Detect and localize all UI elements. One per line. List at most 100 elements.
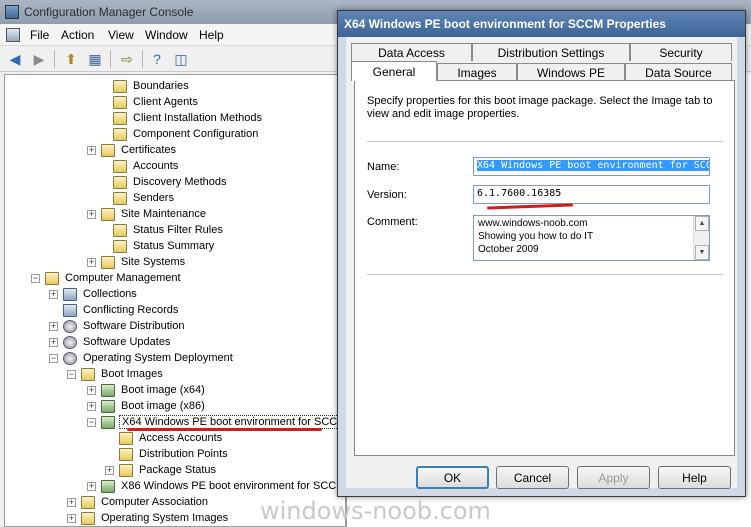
tree-node[interactable]: + Boot image (x86): [87, 398, 207, 414]
menu-help[interactable]: Help: [199, 28, 224, 42]
main-window-title: Configuration Manager Console: [24, 5, 194, 19]
tree-node[interactable]: − Computer Management: [31, 270, 183, 286]
tab-distribution-settings[interactable]: Distribution Settings: [472, 43, 630, 61]
tree-node[interactable]: + Package Status: [105, 462, 218, 478]
expand-icon[interactable]: +: [87, 145, 96, 155]
tree-node[interactable]: + Software Distribution: [49, 318, 187, 334]
expand-icon[interactable]: +: [67, 497, 76, 507]
comment-line: www.windows-noob.com: [478, 218, 588, 229]
boot-image-icon: [101, 415, 115, 429]
expand-icon[interactable]: +: [87, 209, 96, 219]
system-menu-icon[interactable]: [6, 28, 20, 42]
tree-node-label: Boot image (x64): [121, 384, 205, 396]
tab-images[interactable]: Images: [437, 63, 517, 81]
version-field[interactable]: 6.1.7600.16385: [473, 185, 710, 204]
help-button[interactable]: Help: [658, 466, 731, 489]
comment-line: Showing you how to do IT: [478, 231, 594, 242]
tree-node-label: Client Agents: [133, 96, 198, 108]
expand-icon[interactable]: +: [105, 465, 114, 475]
tree-node[interactable]: + Operating System Images: [67, 510, 230, 526]
tree-node[interactable]: + X86 Windows PE boot environment for SCC…: [87, 478, 345, 494]
name-field[interactable]: X64 Windows PE boot environment for SCCM: [473, 157, 710, 176]
tab-data-source[interactable]: Data Source: [625, 63, 732, 81]
export-list-icon[interactable]: ⇨: [118, 50, 136, 68]
forward-arrow-icon[interactable]: ▶: [30, 50, 48, 68]
expand-icon[interactable]: +: [49, 337, 58, 347]
ok-button[interactable]: OK: [416, 466, 489, 489]
expand-icon[interactable]: +: [87, 481, 96, 491]
tree-node-label: Collections: [83, 288, 137, 300]
tree-node[interactable]: Client Installation Methods: [99, 110, 264, 126]
tree-node[interactable]: + Certificates: [87, 142, 178, 158]
tree-node[interactable]: + Software Updates: [49, 334, 172, 350]
scroll-up-arrow-icon[interactable]: ▲: [695, 216, 709, 231]
tree-node[interactable]: Boundaries: [99, 78, 191, 94]
back-arrow-icon[interactable]: ◀: [6, 50, 24, 68]
tree-node-label: Site Maintenance: [121, 208, 206, 220]
collapse-icon[interactable]: −: [31, 273, 40, 283]
watermark: windows-noob.com: [260, 497, 491, 525]
expand-icon[interactable]: +: [87, 257, 96, 267]
expand-icon[interactable]: +: [49, 289, 58, 299]
comment-label: Comment:: [367, 216, 418, 228]
console-tree[interactable]: Boundaries Client Agents Client Installati…: [4, 74, 346, 527]
action-pane-icon[interactable]: ◫: [172, 50, 190, 68]
tree-node[interactable]: Distribution Points: [105, 446, 230, 462]
tree-node[interactable]: + Collections: [49, 286, 139, 302]
tree-node[interactable]: + Site Systems: [87, 254, 187, 270]
tree-node[interactable]: − Operating System Deployment: [49, 350, 235, 366]
comment-field[interactable]: www.windows-noob.com Showing you how to …: [473, 215, 710, 261]
menu-file[interactable]: File: [30, 28, 49, 42]
dialog-titlebar[interactable]: X64 Windows PE boot environment for SCCM…: [338, 11, 745, 37]
selected-node-annotation-underline: [127, 428, 322, 431]
cancel-button[interactable]: Cancel: [496, 466, 569, 489]
tree-node[interactable]: + Boot image (x64): [87, 382, 207, 398]
scroll-down-arrow-icon[interactable]: ▼: [695, 245, 709, 260]
collapse-icon[interactable]: −: [87, 417, 96, 427]
expand-icon[interactable]: +: [49, 321, 58, 331]
menu-action[interactable]: Action: [61, 28, 94, 42]
tab-windows-pe[interactable]: Windows PE: [517, 63, 625, 81]
tree-node[interactable]: Client Agents: [99, 94, 200, 110]
tree-node[interactable]: + Computer Association: [67, 494, 210, 510]
up-folder-icon[interactable]: ⬆: [62, 50, 80, 68]
help-icon[interactable]: ?: [148, 50, 166, 68]
tree-node-label: Package Status: [139, 464, 217, 476]
tree-node[interactable]: Access Accounts: [105, 430, 224, 446]
expand-icon[interactable]: +: [87, 385, 96, 395]
tab-general[interactable]: General: [351, 61, 437, 81]
tree-node[interactable]: Discovery Methods: [99, 174, 229, 190]
tree-node[interactable]: Accounts: [99, 158, 180, 174]
tree-node[interactable]: − Boot Images: [67, 366, 165, 382]
tree-node[interactable]: Component Configuration: [99, 126, 260, 142]
tree-node[interactable]: Status Filter Rules: [99, 222, 225, 238]
app-icon: [5, 5, 19, 19]
tab-security[interactable]: Security: [630, 43, 732, 61]
general-tab-panel: Specify properties for this boot image p…: [354, 80, 735, 456]
expand-icon[interactable]: +: [67, 513, 76, 523]
tab-data-access[interactable]: Data Access: [351, 43, 472, 61]
menu-window[interactable]: Window: [145, 28, 188, 42]
tree-node[interactable]: Senders: [99, 190, 176, 206]
description-text: Specify properties for this boot image p…: [367, 95, 713, 120]
expand-icon[interactable]: +: [87, 401, 96, 411]
divider: [367, 274, 724, 275]
tree-node-label: Status Summary: [133, 240, 215, 252]
show-hide-tree-icon[interactable]: ▦: [86, 50, 104, 68]
collapse-icon[interactable]: −: [49, 353, 58, 363]
tree-node[interactable]: + Site Maintenance: [87, 206, 208, 222]
folder-icon: [119, 431, 133, 445]
tree-node[interactable]: Status Summary: [99, 238, 216, 254]
folder-icon: [81, 367, 95, 381]
folder-icon: [113, 159, 127, 173]
toolbar-separator: [142, 50, 143, 68]
folder-icon: [119, 463, 133, 477]
folder-icon: [101, 207, 115, 221]
comment-scrollbar[interactable]: ▲ ▼: [693, 216, 709, 260]
menu-view[interactable]: View: [108, 28, 134, 42]
collapse-icon[interactable]: −: [67, 369, 76, 379]
tree-node[interactable]: Conflicting Records: [49, 302, 180, 318]
